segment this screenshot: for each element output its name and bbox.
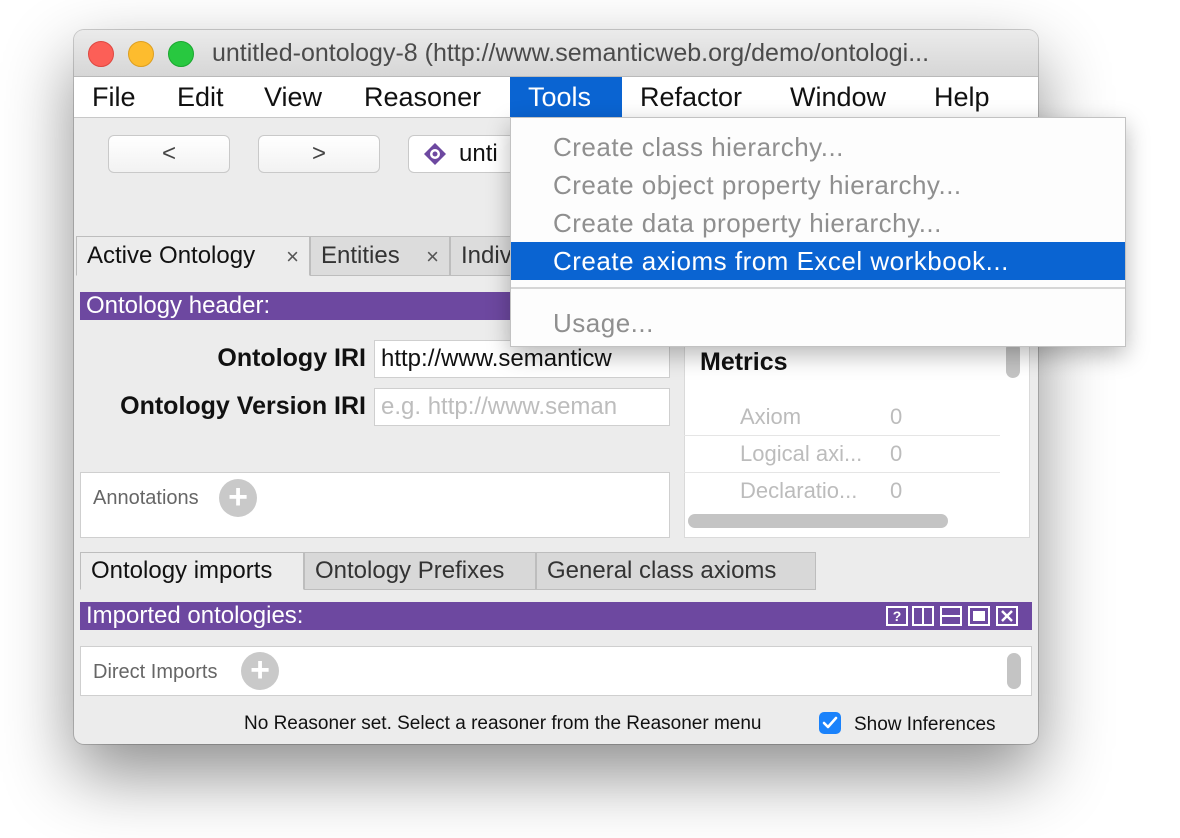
menu-window[interactable]: Window	[772, 77, 904, 117]
menu-help[interactable]: Help	[916, 77, 1008, 117]
tab-label: Active Ontology	[87, 242, 256, 269]
active-entity-text: unti	[459, 140, 498, 167]
reasoner-status-text: No Reasoner set. Select a reasoner from …	[244, 713, 762, 734]
close-icon[interactable]: ×	[426, 238, 439, 276]
split-horizontal-icon[interactable]	[940, 606, 962, 626]
metric-value: 0	[890, 441, 903, 466]
annotations-label: Annotations	[93, 487, 199, 509]
tab-active-ontology[interactable]: Active Ontology ×	[76, 236, 310, 276]
maximize-view-icon[interactable]	[968, 606, 990, 626]
ontology-version-iri-input[interactable]: e.g. http://www.seman	[374, 388, 670, 426]
close-window-button[interactable]	[88, 41, 114, 67]
tab-entities[interactable]: Entities ×	[310, 236, 450, 276]
menu-separator	[511, 287, 1125, 289]
direct-imports-label: Direct Imports	[93, 661, 218, 683]
metric-name: Declaratio...	[740, 478, 858, 503]
menu-edit[interactable]: Edit	[159, 77, 242, 117]
back-button[interactable]: <	[108, 135, 230, 173]
metrics-row: Declaratio... 0	[684, 472, 1000, 509]
ontology-iri-label: Ontology IRI	[217, 344, 366, 372]
tab-label: Entities	[321, 242, 400, 269]
show-inferences-checkbox[interactable]	[819, 712, 841, 734]
tab-ontology-prefixes[interactable]: Ontology Prefixes	[304, 552, 536, 590]
add-annotation-icon[interactable]: +	[219, 479, 257, 517]
menu-item-create-object-property-hierarchy[interactable]: Create object property hierarchy...	[511, 166, 1125, 204]
metric-name: Logical axi...	[740, 441, 863, 466]
menu-file[interactable]: File	[74, 77, 154, 117]
metrics-row: Axiom 0	[684, 398, 1000, 436]
tools-dropdown-menu: Create class hierarchy... Create object …	[510, 117, 1126, 347]
close-icon[interactable]: ×	[286, 238, 299, 276]
add-import-icon[interactable]: +	[241, 652, 279, 690]
menu-item-create-data-property-hierarchy[interactable]: Create data property hierarchy...	[511, 204, 1125, 242]
metrics-row: Logical axi... 0	[684, 435, 1000, 473]
window-title: untitled-ontology-8 (http://www.semantic…	[212, 39, 930, 67]
tab-general-class-axioms[interactable]: General class axioms	[536, 552, 816, 590]
ontology-version-iri-label: Ontology Version IRI	[120, 392, 366, 420]
tab-label: Indiv	[461, 242, 512, 269]
forward-button[interactable]: >	[258, 135, 380, 173]
show-inferences-label[interactable]: Show Inferences	[854, 714, 996, 736]
menu-tools[interactable]: Tools	[510, 77, 622, 117]
annotations-panel: Annotations +	[80, 472, 670, 538]
metrics-title: Metrics	[700, 348, 788, 376]
menu-item-create-axioms-from-excel[interactable]: Create axioms from Excel workbook...	[511, 242, 1125, 280]
maximize-window-button[interactable]	[168, 41, 194, 67]
close-view-icon[interactable]	[996, 606, 1018, 626]
imports-scrollbar[interactable]	[1007, 653, 1021, 689]
split-view-icon[interactable]	[912, 606, 934, 626]
menu-reasoner[interactable]: Reasoner	[346, 77, 499, 117]
metrics-vertical-scrollbar[interactable]	[1006, 342, 1020, 378]
checkmark-icon	[822, 716, 838, 729]
ontology-diamond-icon	[424, 143, 446, 165]
metrics-horizontal-scrollbar[interactable]	[688, 514, 948, 528]
minimize-window-button[interactable]	[128, 41, 154, 67]
help-icon[interactable]: ?	[886, 606, 908, 626]
title-bar[interactable]: untitled-ontology-8 (http://www.semantic…	[74, 30, 1038, 77]
tab-ontology-imports[interactable]: Ontology imports	[80, 552, 304, 590]
metric-name: Axiom	[740, 404, 802, 429]
menu-refactor[interactable]: Refactor	[622, 77, 760, 117]
menu-view[interactable]: View	[246, 77, 340, 117]
menu-bar: File Edit View Reasoner Tools Refactor W…	[74, 77, 1038, 118]
menu-item-create-class-hierarchy[interactable]: Create class hierarchy...	[511, 128, 1125, 166]
direct-imports-panel: Direct Imports +	[80, 646, 1032, 696]
metric-value: 0	[890, 404, 903, 429]
metric-value: 0	[890, 478, 903, 503]
menu-item-usage[interactable]: Usage...	[511, 304, 1125, 342]
